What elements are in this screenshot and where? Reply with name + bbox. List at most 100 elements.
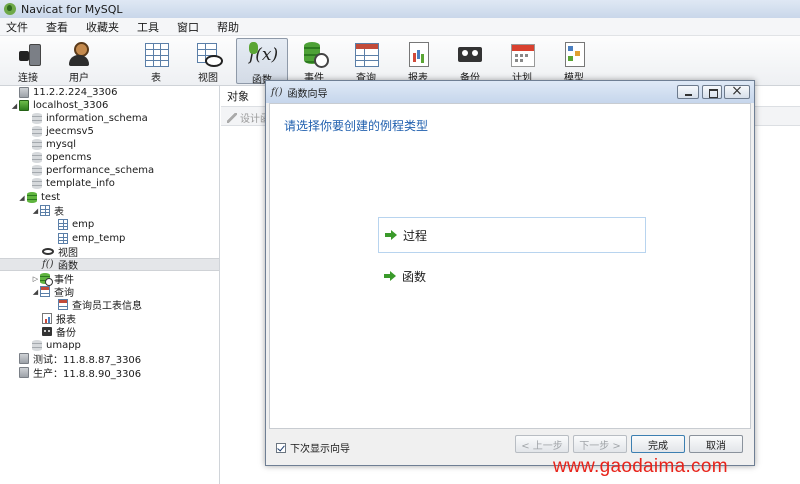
close-button[interactable] <box>724 83 750 99</box>
tree-item-label: opencms <box>46 152 92 163</box>
table-icon <box>143 41 169 67</box>
tree-item-label: information_schema <box>46 113 148 124</box>
tree-item-query-employee-info[interactable]: 查询员工表信息 <box>0 298 219 312</box>
main-toolbar: 连接 用户 表 视图 f(x) 函数 事件 查询 报表 备份 计划 模型 <box>0 36 800 86</box>
navicat-dolphin-icon <box>4 3 16 15</box>
toolbar-table-button[interactable]: 表 <box>131 38 181 84</box>
database-green-icon <box>27 192 37 203</box>
tree-item-mysql[interactable]: mysql <box>0 138 219 151</box>
tree-item-localhost-3306[interactable]: ◢ localhost_3306 <box>0 99 219 112</box>
tree-item-jeecmsv5[interactable]: jeecmsv5 <box>0 125 219 138</box>
maximize-button[interactable] <box>702 85 722 99</box>
expander[interactable]: ◢ <box>10 102 19 110</box>
window-titlebar: Navicat for MySQL <box>0 0 800 18</box>
function-icon: f(x) <box>249 42 278 68</box>
tree-item-reports[interactable]: 报表 <box>0 312 219 326</box>
database-gray-icon <box>32 165 42 176</box>
tree-item-label: 查询 <box>54 288 74 299</box>
connection-plug-icon <box>15 41 41 66</box>
tree-item-test[interactable]: ◢ test <box>0 191 219 204</box>
expander[interactable]: ◢ <box>31 207 40 215</box>
expander[interactable]: ◢ <box>31 288 40 296</box>
tree-item-server-test[interactable]: 测试：11.8.8.87_3306 <box>0 352 219 366</box>
tree-item-label: performance_schema <box>46 165 155 176</box>
tree-item-views[interactable]: 视图 <box>0 245 219 259</box>
toolbar-function-button[interactable]: f(x) 函数 <box>236 38 288 86</box>
window-title: Navicat for MySQL <box>21 2 123 16</box>
tree-item-label: 生产：11.8.8.90_3306 <box>33 369 142 380</box>
tree-item-server-production[interactable]: 生产：11.8.8.90_3306 <box>0 366 219 380</box>
tree-item-functions[interactable]: f() 函数 <box>0 258 219 272</box>
option-procedure[interactable]: 过程 <box>378 217 646 253</box>
tree-item-information-schema[interactable]: information_schema <box>0 112 219 125</box>
toolbar-model-button[interactable]: 模型 <box>549 38 599 84</box>
tree-item-label: umapp <box>46 340 81 351</box>
tree-item-label: mysql <box>46 139 76 150</box>
function-wizard-dialog: f() 函数向导 请选择你要创建的例程类型 过程 函数 下次显示向导 < 上一步… <box>265 80 755 466</box>
function-icon: f() <box>271 86 283 98</box>
server-gray-icon <box>19 367 29 378</box>
query-icon <box>40 286 50 297</box>
tree-item-template-info[interactable]: template_info <box>0 177 219 190</box>
tree-item-emp-temp[interactable]: emp_temp <box>0 232 219 245</box>
minimize-button[interactable] <box>677 85 699 99</box>
toolbar-event-button[interactable]: 事件 <box>289 38 339 84</box>
menu-tools[interactable]: 工具 <box>135 19 169 35</box>
tree-item-server-11-2-2-224[interactable]: 11.2.2.224_3306 <box>0 86 219 99</box>
toolbar-query-button[interactable]: 查询 <box>341 38 391 84</box>
tree-item-performance-schema[interactable]: performance_schema <box>0 164 219 177</box>
show-wizard-checkbox[interactable] <box>276 442 286 453</box>
view-icon <box>195 41 223 67</box>
table-icon <box>40 205 50 216</box>
menu-view[interactable]: 查看 <box>44 19 78 35</box>
menu-favorites[interactable]: 收藏夹 <box>84 19 129 35</box>
view-icon <box>42 248 54 255</box>
toolbar-label: 视图 <box>198 73 218 84</box>
tree-item-events[interactable]: ▷ 事件 <box>0 272 219 286</box>
option-function[interactable]: 函数 <box>378 258 646 294</box>
schedule-icon <box>509 41 535 67</box>
show-wizard-label: 下次显示向导 <box>290 444 350 455</box>
dialog-body: 请选择你要创建的例程类型 过程 函数 <box>269 103 751 429</box>
menu-window[interactable]: 窗口 <box>175 19 209 35</box>
tree-item-opencms[interactable]: opencms <box>0 151 219 164</box>
database-gray-icon <box>32 152 42 163</box>
tree-item-label: emp <box>72 219 95 230</box>
next-button[interactable]: 下一步 > <box>573 435 627 453</box>
tree-item-label: localhost_3306 <box>33 100 109 111</box>
database-gray-icon <box>32 126 42 137</box>
table-icon <box>58 219 68 230</box>
toolbar-view-button[interactable]: 视图 <box>183 38 233 84</box>
previous-button[interactable]: < 上一步 <box>515 435 569 453</box>
menu-file[interactable]: 文件 <box>4 19 38 35</box>
tab-objects[interactable]: 对象 <box>227 88 249 104</box>
toolbar-report-button[interactable]: 报表 <box>393 38 443 84</box>
tree-item-label: 查询员工表信息 <box>72 301 142 312</box>
backup-icon <box>457 41 483 66</box>
expander[interactable]: ◢ <box>17 194 27 202</box>
cancel-button[interactable]: 取消 <box>689 435 743 453</box>
tree-item-label: 11.2.2.224_3306 <box>33 87 118 98</box>
menu-help[interactable]: 帮助 <box>215 19 249 35</box>
design-function-button[interactable]: 设计函 <box>227 110 270 125</box>
query-icon <box>58 299 68 310</box>
expander[interactable]: ▷ <box>31 275 40 283</box>
tree-item-backups[interactable]: 备份 <box>0 325 219 339</box>
tree-item-emp[interactable]: emp <box>0 218 219 231</box>
finish-button[interactable]: 完成 <box>631 435 685 453</box>
report-icon <box>42 313 52 324</box>
toolbar-user-button[interactable]: 用户 <box>54 38 104 84</box>
toolbar-connection-button[interactable]: 连接 <box>3 38 53 84</box>
green-arrow-icon <box>384 270 396 282</box>
show-wizard-next-time[interactable]: 下次显示向导 <box>276 440 350 455</box>
database-gray-icon <box>32 340 42 351</box>
tree-item-tables[interactable]: ◢ 表 <box>0 204 219 218</box>
dialog-heading: 请选择你要创建的例程类型 <box>284 119 429 133</box>
dialog-titlebar[interactable]: f() 函数向导 <box>266 81 754 103</box>
menu-bar: 文件 查看 收藏夹 工具 窗口 帮助 <box>0 18 800 36</box>
tree-item-label: 测试：11.8.8.87_3306 <box>33 355 142 366</box>
toolbar-schedule-button[interactable]: 计划 <box>497 38 547 84</box>
server-gray-icon <box>19 87 29 98</box>
tree-item-label: 备份 <box>56 328 76 339</box>
toolbar-backup-button[interactable]: 备份 <box>445 38 495 84</box>
